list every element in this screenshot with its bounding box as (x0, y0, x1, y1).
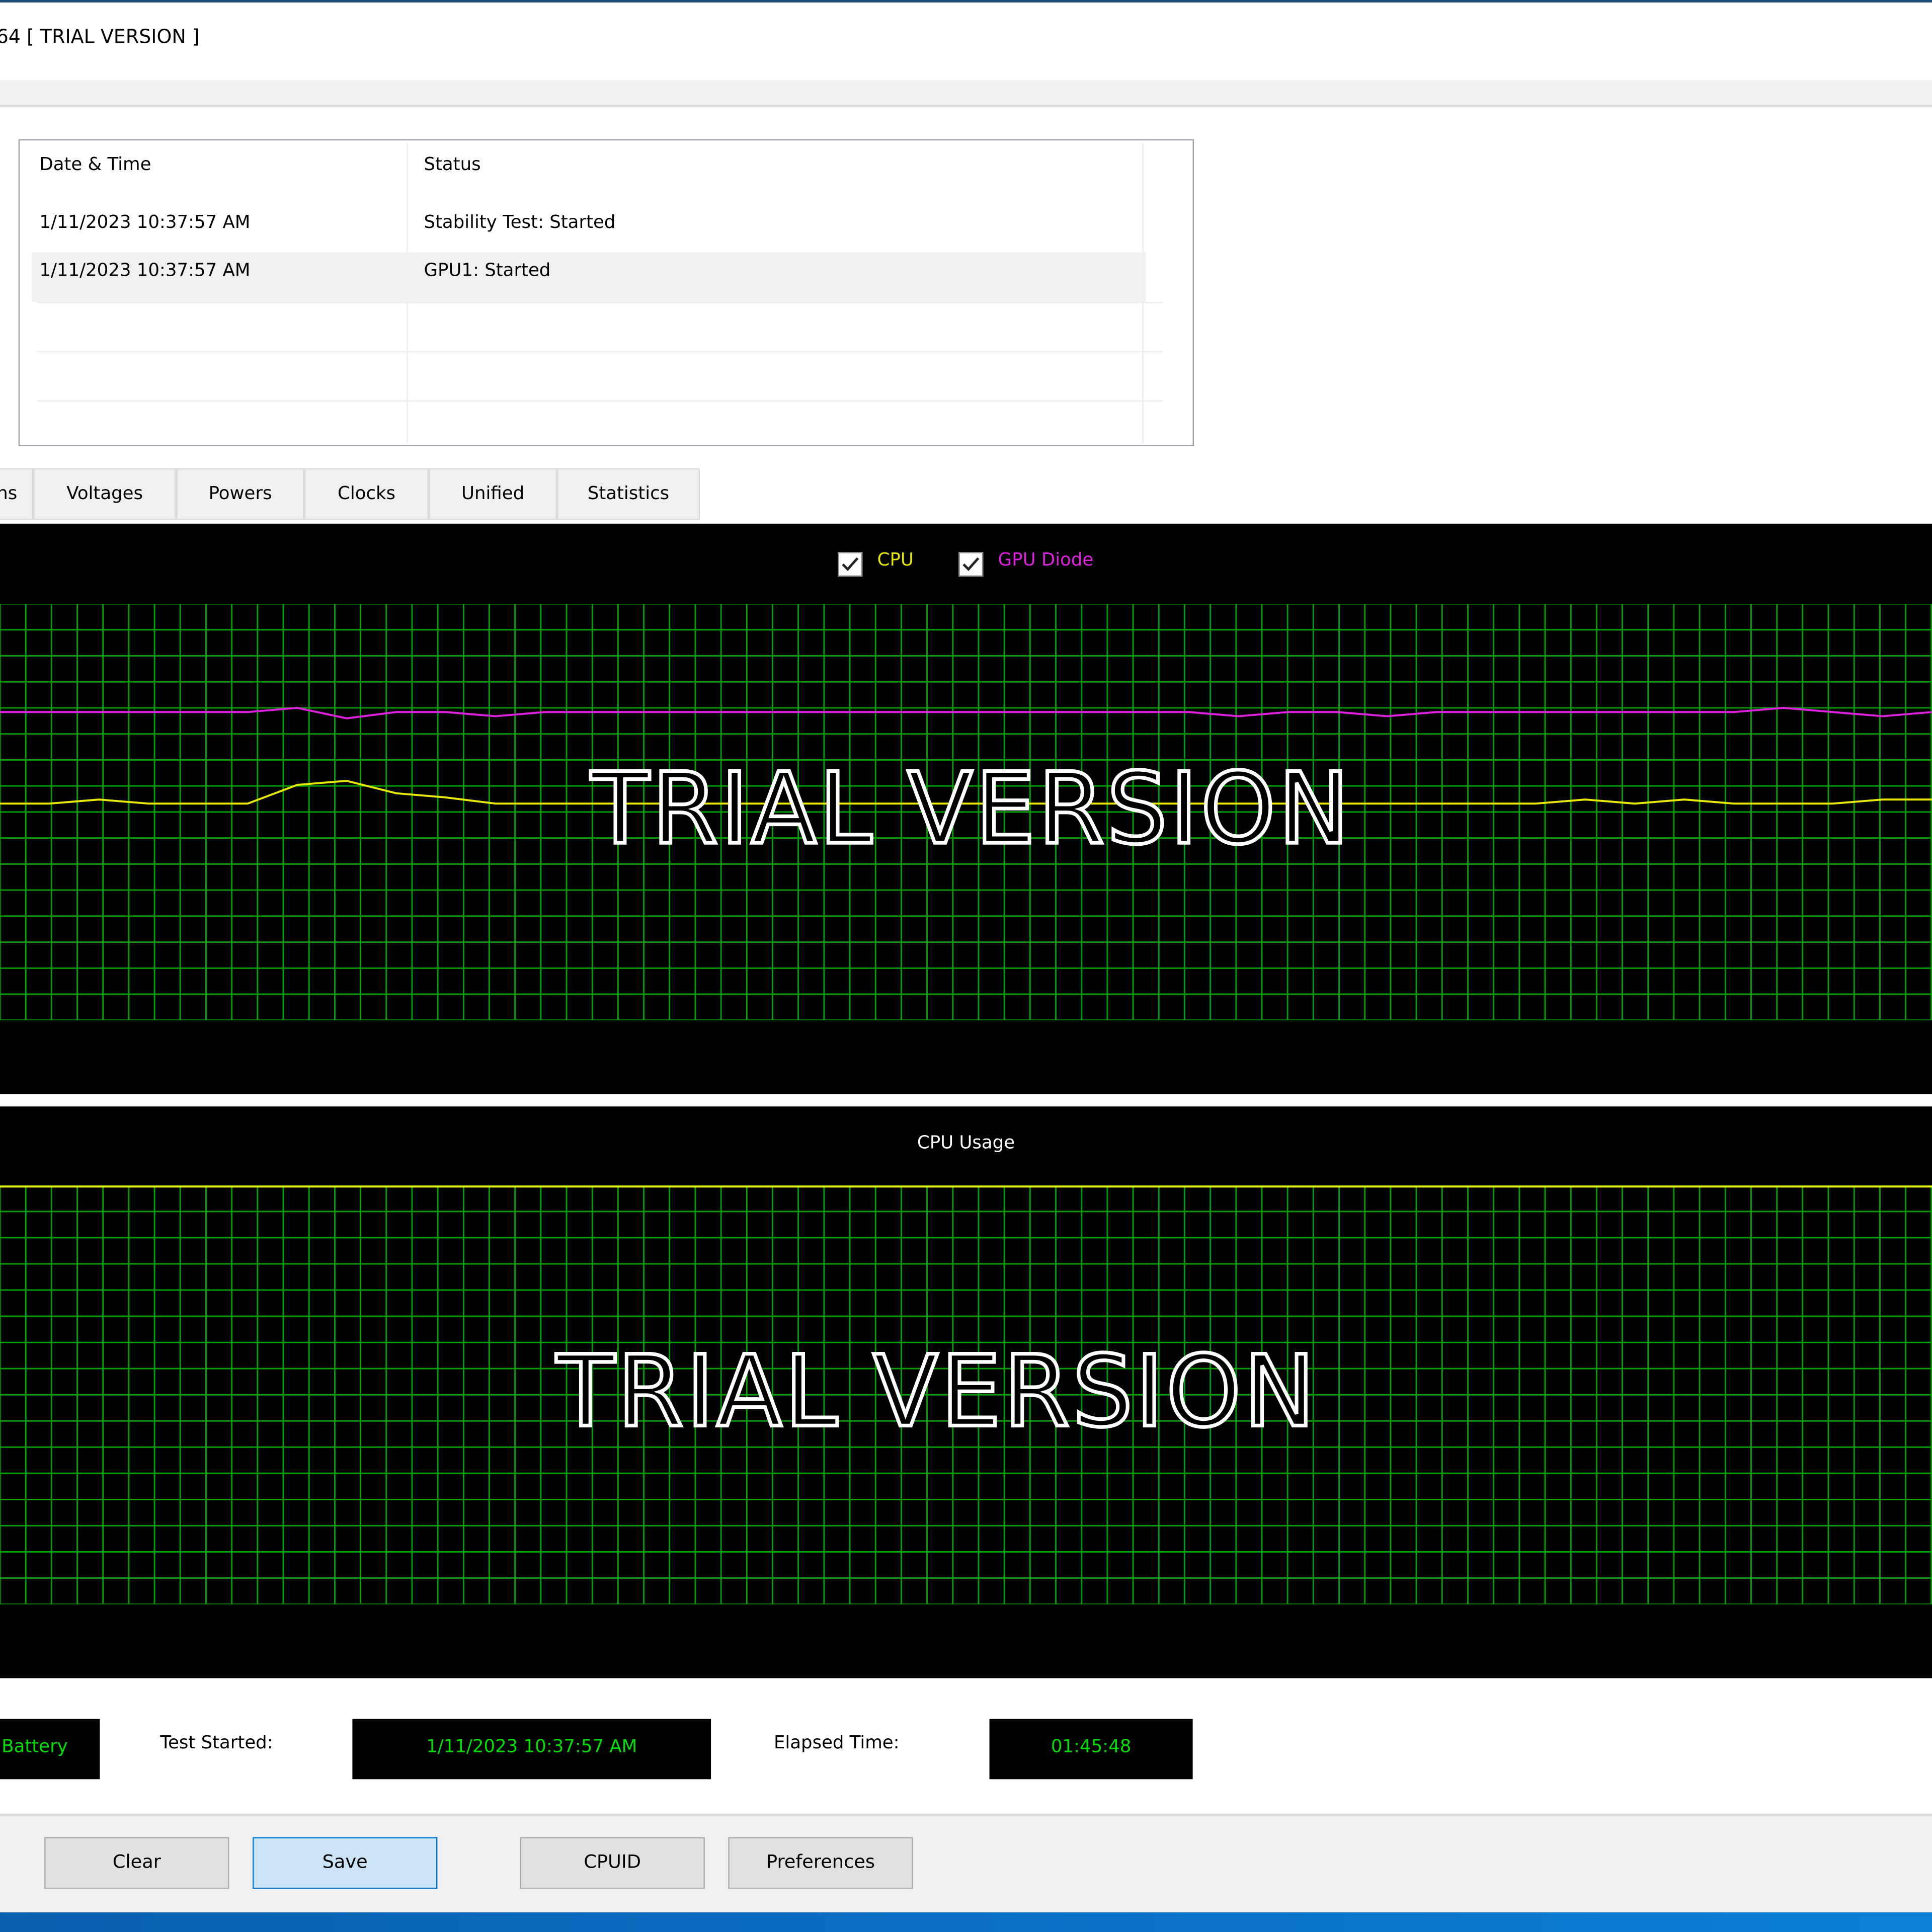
stability-test-window: 64 [ TRIAL VERSION ] Date & Time Status … (0, 0, 1932, 1932)
test-started-value: 1/11/2023 10:37:57 AM (352, 1719, 711, 1780)
tab-voltages[interactable]: Voltages (33, 468, 177, 520)
column-header-datetime[interactable]: Date & Time (39, 155, 151, 175)
chart-title: CPU Usage (917, 1134, 1015, 1154)
legend-cpu: CPU (877, 550, 914, 571)
checkmark-icon (842, 557, 859, 571)
battery-readout: Battery (0, 1719, 100, 1780)
save-button[interactable]: Save (253, 1837, 438, 1889)
trial-watermark: TRIAL VERSION (589, 750, 1352, 868)
trial-watermark: TRIAL VERSION (554, 1333, 1318, 1451)
status-log-table[interactable]: Date & Time Status 1/11/2023 10:37:57 AM… (18, 139, 1194, 446)
cpu-checkbox[interactable] (838, 552, 863, 577)
legend-gpu-diode: GPU Diode (998, 550, 1094, 571)
test-started-label: Test Started: (160, 1733, 273, 1753)
row-datetime: 1/11/2023 10:37:57 AM (39, 213, 251, 233)
toolbar-band (0, 80, 1932, 108)
row-status: Stability Test: Started (424, 213, 616, 233)
tab-statistics[interactable]: Statistics (556, 468, 700, 520)
tab-unified[interactable]: Unified (429, 468, 557, 520)
preferences-button[interactable]: Preferences (728, 1837, 913, 1889)
cpuid-button[interactable]: CPUID (520, 1837, 705, 1889)
series-line-gpu-diode (0, 706, 1932, 719)
elapsed-time-label: Elapsed Time: (773, 1733, 900, 1753)
cpu-usage-chart: CPU Usage TRIAL VERSION (0, 1106, 1932, 1678)
checkmark-icon (962, 557, 980, 571)
clear-button[interactable]: Clear (44, 1837, 229, 1889)
gpu-diode-checkbox[interactable] (958, 552, 984, 577)
taskbar (0, 1912, 1932, 1932)
temperature-chart: CPU GPU Diode TRIAL VERSION (0, 523, 1932, 1094)
window-title: 64 [ TRIAL VERSION ] (0, 26, 200, 48)
title-bar: 64 [ TRIAL VERSION ] (0, 0, 1932, 80)
column-header-status[interactable]: Status (424, 155, 480, 175)
tab-clocks[interactable]: Clocks (304, 468, 429, 520)
elapsed-time-value: 01:45:48 (989, 1719, 1193, 1780)
row-datetime: 1/11/2023 10:37:57 AM (39, 261, 251, 281)
row-status: GPU1: Started (424, 261, 551, 281)
tab-fans[interactable]: Fans (0, 468, 34, 520)
tab-powers[interactable]: Powers (176, 468, 304, 520)
